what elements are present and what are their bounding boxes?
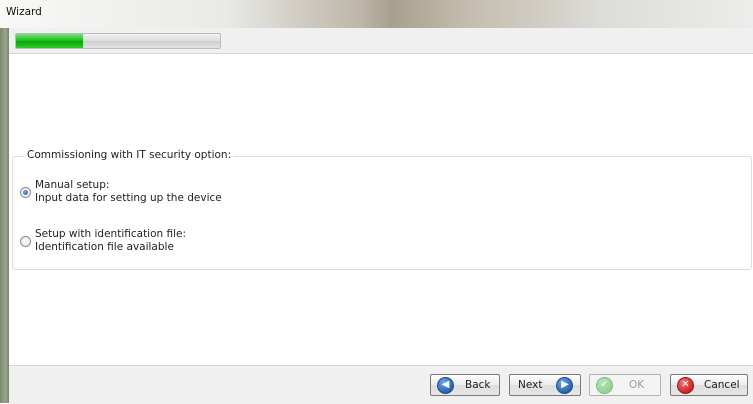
progress-bar	[15, 33, 221, 49]
back-button-label: Back	[465, 379, 491, 391]
wizard-body: Commissioning with IT security option: M…	[9, 28, 753, 404]
option-title: Manual setup:	[35, 179, 110, 191]
option-label[interactable]: Manual setup: Input data for setting up …	[35, 179, 222, 205]
ok-button-label: OK	[629, 379, 645, 391]
title-bar: Wizard	[0, 0, 753, 28]
ok-button[interactable]: ✓ OK	[589, 374, 661, 396]
option-description: Identification file available	[35, 241, 174, 253]
close-icon: ✕	[677, 376, 694, 394]
cancel-button[interactable]: ✕ Cancel	[670, 374, 748, 396]
option-title: Setup with identification file:	[35, 228, 187, 240]
next-button[interactable]: Next ▶	[509, 374, 581, 396]
progress-area	[9, 28, 753, 54]
button-bar: ◀ Back Next ▶ ✓ OK ✕ Cancel	[9, 365, 753, 404]
option-description: Input data for setting up the device	[35, 192, 222, 204]
next-button-label: Next	[518, 379, 543, 391]
option-label[interactable]: Setup with identification file: Identifi…	[35, 228, 186, 254]
identification-file-radio[interactable]	[20, 236, 31, 247]
cancel-button-label: Cancel	[704, 379, 740, 391]
manual-setup-radio[interactable]	[20, 187, 31, 198]
window-title: Wizard	[6, 6, 42, 18]
back-button[interactable]: ◀ Back	[430, 374, 500, 396]
check-icon: ✓	[596, 376, 613, 394]
it-security-option-group: Commissioning with IT security option: M…	[12, 149, 752, 270]
arrow-left-icon: ◀	[437, 376, 454, 394]
progress-fill	[16, 34, 84, 48]
arrow-right-icon: ▶	[556, 376, 574, 394]
group-title: Commissioning with IT security option:	[25, 149, 234, 161]
